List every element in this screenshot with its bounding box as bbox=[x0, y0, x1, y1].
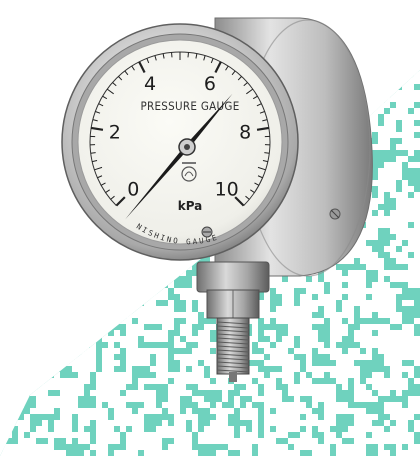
gauge-socket bbox=[196, 261, 270, 293]
photo-scene: 024 6810 PRESSURE GAUGE kPa NISHINO GAUGE bbox=[0, 0, 420, 456]
scale-label: 4 bbox=[144, 73, 156, 95]
dial-unit: kPa bbox=[178, 199, 203, 213]
scale-label: 8 bbox=[239, 122, 251, 144]
scale-label: 10 bbox=[215, 179, 239, 201]
scale-label: 6 bbox=[204, 73, 216, 95]
scale-label: 2 bbox=[109, 122, 121, 144]
minor-tick bbox=[90, 152, 96, 154]
scale-label: 0 bbox=[127, 179, 139, 201]
dial-title: PRESSURE GAUGE bbox=[140, 99, 239, 113]
threaded-stem bbox=[216, 317, 250, 382]
minor-tick bbox=[264, 152, 270, 154]
